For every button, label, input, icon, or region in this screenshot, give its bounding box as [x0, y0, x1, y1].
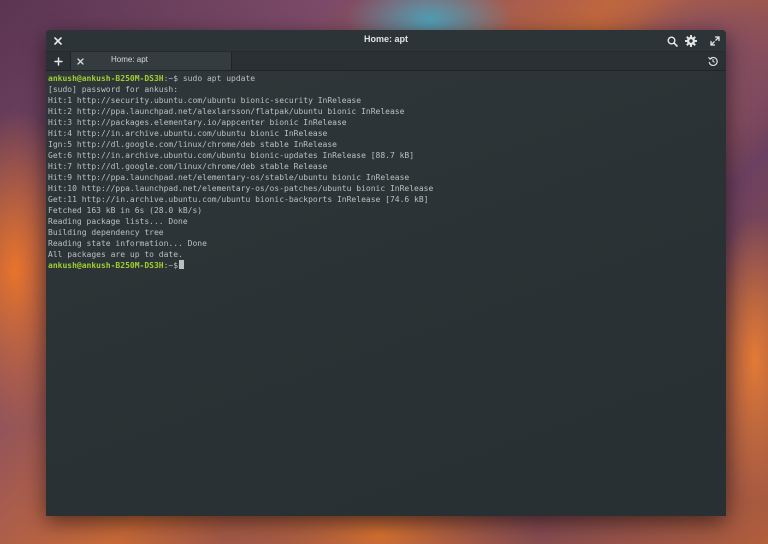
close-tab-button[interactable] — [72, 53, 88, 69]
history-icon — [708, 56, 718, 66]
output-line: Fetched 163 kB in 6s (28.0 kB/s) — [48, 206, 203, 215]
output-line: Reading package lists... Done — [48, 217, 188, 226]
window-title: Home: apt — [363, 34, 408, 44]
history-button[interactable] — [705, 53, 721, 69]
output-line: Get:11 http://in.archive.ubuntu.com/ubun… — [48, 195, 429, 204]
output-line: [sudo] password for ankush: — [48, 85, 179, 94]
output-line: Ign:5 http://dl.google.com/linux/chrome/… — [48, 140, 337, 149]
title-bar[interactable]: Home: apt — [46, 30, 726, 52]
fullscreen-button[interactable] — [707, 33, 723, 49]
search-button[interactable] — [664, 33, 680, 49]
new-tab-button[interactable] — [50, 53, 66, 69]
output-line: Reading state information... Done — [48, 239, 207, 248]
command-text: sudo apt update — [178, 74, 256, 83]
output-line: Hit:1 http://security.ubuntu.com/ubuntu … — [48, 96, 362, 105]
output-line: Hit:2 http://ppa.launchpad.net/alexlarss… — [48, 107, 405, 116]
search-icon — [667, 36, 678, 47]
close-icon — [76, 57, 84, 65]
output-line: Get:6 http://in.archive.ubuntu.com/ubunt… — [48, 151, 415, 160]
maximize-icon — [710, 36, 720, 46]
output-line: Hit:4 http://in.archive.ubuntu.com/ubunt… — [48, 129, 328, 138]
output-line: Hit:9 http://ppa.launchpad.net/elementar… — [48, 173, 410, 182]
text-cursor — [179, 260, 185, 269]
prompt-user-host: ankush@ankush-B250M-DS3H — [48, 74, 164, 83]
terminal-output-area[interactable]: ankush@ankush-B250M-DS3H:~$ sudo apt upd… — [46, 71, 726, 516]
command-line: ankush@ankush-B250M-DS3H:~$ sudo apt upd… — [48, 73, 724, 84]
prompt-path-sign: :~$ — [163, 74, 179, 83]
tab-label: Home: apt — [111, 55, 148, 64]
prompt-path-sign: :~$ — [163, 261, 179, 270]
output-line: Hit:10 http://ppa.launchpad.net/elementa… — [48, 184, 434, 193]
prompt-user-host: ankush@ankush-B250M-DS3H — [48, 261, 164, 270]
tab-home-apt[interactable]: Home: apt — [70, 52, 232, 70]
output-line: Hit:7 http://dl.google.com/linux/chrome/… — [48, 162, 328, 171]
plus-icon — [53, 56, 63, 66]
output-line: All packages are up to date. — [48, 250, 183, 259]
gear-icon — [685, 35, 697, 47]
output-line: Hit:3 http://packages.elementary.io/appc… — [48, 118, 347, 127]
settings-button[interactable] — [683, 33, 699, 49]
terminal-window: Home: apt Home: apt ankush@ankush-B250M-… — [46, 30, 726, 516]
output-line: Building dependency tree — [48, 228, 164, 237]
final-prompt-line[interactable]: ankush@ankush-B250M-DS3H:~$ — [48, 260, 724, 271]
tab-bar: Home: apt — [46, 52, 726, 71]
